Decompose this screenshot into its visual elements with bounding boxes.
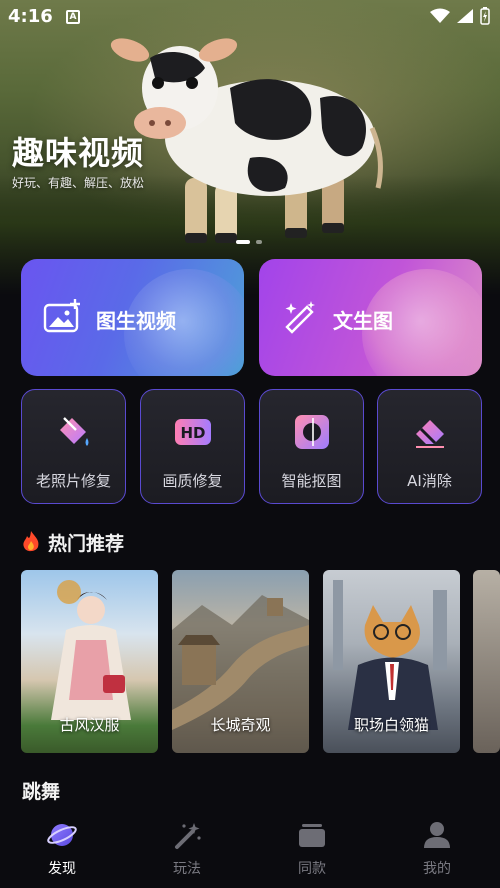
quality-restore-button[interactable]: HD 画质修复 xyxy=(140,389,245,504)
tool-label: 智能抠图 xyxy=(281,472,342,490)
feature-label: 图生视频 xyxy=(96,309,176,333)
nav-label: 同款 xyxy=(298,861,326,877)
nav-label: 发现 xyxy=(48,861,76,877)
svg-text:HD: HD xyxy=(180,424,205,442)
status-time: 4:16 xyxy=(8,6,53,27)
carousel-indicator xyxy=(236,240,262,244)
notification-a-icon: A xyxy=(66,10,80,24)
hero-banner[interactable]: 4:16 A 趣味视频 好玩、有趣、解压、放松 xyxy=(0,0,500,295)
wifi-icon xyxy=(430,8,450,23)
status-bar: 4:16 A xyxy=(0,0,500,34)
old-photo-restore-button[interactable]: 老照片修复 xyxy=(21,389,126,504)
eraser-icon xyxy=(416,420,444,448)
nav-same-style[interactable]: 同款 xyxy=(272,820,352,878)
text-to-image-card[interactable]: 文生图 xyxy=(259,259,482,376)
rec-label: 职场白领猫 xyxy=(353,716,429,734)
cutout-icon xyxy=(295,415,329,449)
hd-icon: HD xyxy=(175,419,211,445)
carousel-dot[interactable] xyxy=(256,240,262,244)
carousel-dot-active[interactable] xyxy=(236,240,250,244)
tool-label: 画质修复 xyxy=(162,472,223,490)
stack-icon xyxy=(299,824,325,847)
nav-play[interactable]: 玩法 xyxy=(147,820,227,878)
nav-profile[interactable]: 我的 xyxy=(397,820,477,878)
image-plus-icon xyxy=(43,299,80,333)
feature-label: 文生图 xyxy=(333,309,393,333)
rec-card-hanfu[interactable]: 古风汉服 xyxy=(21,570,158,753)
rec-label: 古风汉服 xyxy=(59,716,120,734)
tool-label: 老照片修复 xyxy=(35,472,111,490)
person-icon xyxy=(424,822,450,848)
nav-label: 我的 xyxy=(423,861,451,877)
tool-label: AI消除 xyxy=(407,472,452,490)
magic-pen-icon xyxy=(285,301,315,334)
rec-label: 长城奇观 xyxy=(210,716,271,734)
hot-section-title: 热门推荐 xyxy=(48,533,125,555)
fire-icon xyxy=(23,531,39,552)
bottom-nav: 发现 玩法 同款 我的 xyxy=(0,810,500,888)
nav-discover[interactable]: 发现 xyxy=(22,820,102,878)
signal-icon xyxy=(457,9,473,23)
smart-cutout-button[interactable]: 智能抠图 xyxy=(259,389,364,504)
dance-section-title: 跳舞 xyxy=(22,781,61,803)
battery-icon xyxy=(480,7,490,25)
hero-title: 趣味视频 xyxy=(12,134,145,172)
paint-bucket-icon xyxy=(60,417,89,446)
nav-label: 玩法 xyxy=(173,861,201,877)
ai-erase-button[interactable]: AI消除 xyxy=(377,389,482,504)
image-to-video-card[interactable]: 图生视频 xyxy=(21,259,244,376)
rec-card-great-wall[interactable]: 长城奇观 xyxy=(172,570,309,753)
magic-wand-icon xyxy=(175,823,201,849)
rec-card-peek[interactable] xyxy=(473,570,500,753)
hero-subtitle: 好玩、有趣、解压、放松 xyxy=(12,176,145,190)
planet-icon xyxy=(47,824,77,846)
rec-card-office-cat[interactable]: 职场白领猫 xyxy=(323,570,460,753)
